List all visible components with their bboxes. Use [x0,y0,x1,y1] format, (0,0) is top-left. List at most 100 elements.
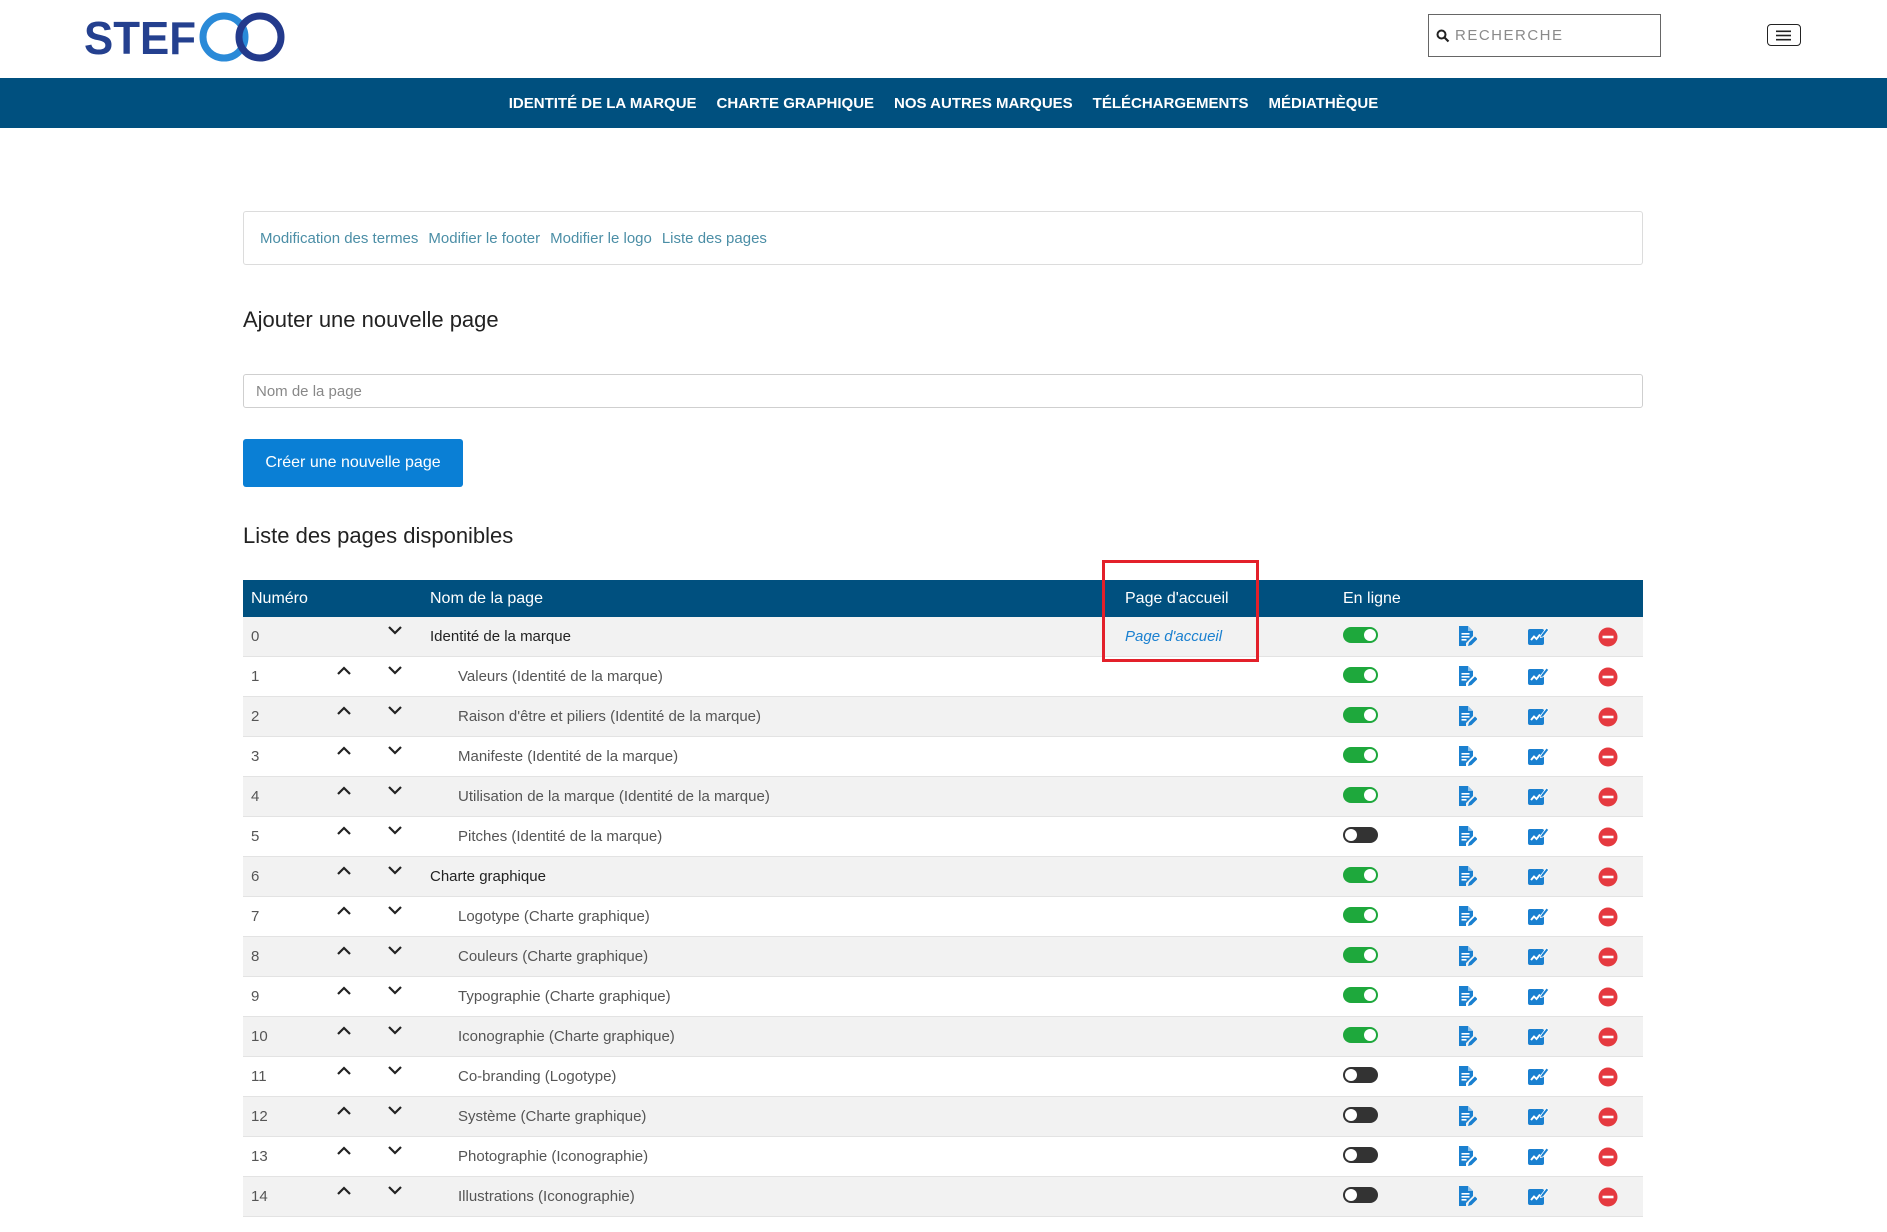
move-up-button[interactable] [336,1065,352,1076]
edit-content-button[interactable] [1527,706,1549,726]
edit-page-button[interactable] [1457,785,1477,807]
edit-content-button[interactable] [1527,986,1549,1006]
move-up-button[interactable] [336,785,352,796]
move-down-button[interactable] [387,1145,403,1156]
online-toggle[interactable] [1343,1067,1378,1083]
edit-page-button[interactable] [1457,625,1477,647]
online-toggle[interactable] [1343,907,1378,923]
edit-page-button[interactable] [1457,1065,1477,1087]
edit-page-button[interactable] [1457,905,1477,927]
move-down-button[interactable] [387,785,403,796]
move-up-button[interactable] [336,985,352,996]
search-box[interactable] [1428,14,1661,57]
stef-logo-icon[interactable]: STEF [84,12,294,62]
admin-link-pages[interactable]: Liste des pages [662,230,767,247]
move-up-button[interactable] [336,665,352,676]
edit-page-button[interactable] [1457,705,1477,727]
move-up-button[interactable] [336,905,352,916]
online-toggle[interactable] [1343,747,1378,763]
delete-page-button[interactable] [1598,707,1618,727]
move-up-button[interactable] [336,705,352,716]
delete-page-button[interactable] [1598,947,1618,967]
delete-page-button[interactable] [1598,667,1618,687]
move-up-button[interactable] [336,1185,352,1196]
move-up-button[interactable] [336,865,352,876]
delete-page-button[interactable] [1598,827,1618,847]
edit-content-button[interactable] [1527,626,1549,646]
move-up-button[interactable] [336,745,352,756]
edit-content-button[interactable] [1527,1106,1549,1126]
homepage-link[interactable]: Page d'accueil [1125,617,1222,657]
online-toggle[interactable] [1343,827,1378,843]
delete-page-button[interactable] [1598,987,1618,1007]
edit-page-button[interactable] [1457,665,1477,687]
edit-content-button[interactable] [1527,946,1549,966]
admin-link-terms[interactable]: Modification des termes [260,230,418,247]
edit-page-button[interactable] [1457,745,1477,767]
online-toggle[interactable] [1343,1147,1378,1163]
nav-item-telechargements[interactable]: TÉLÉCHARGEMENTS [1093,95,1249,112]
nav-item-mediatheque[interactable]: MÉDIATHÈQUE [1269,95,1379,112]
move-down-button[interactable] [387,1105,403,1116]
move-down-button[interactable] [387,1185,403,1196]
move-up-button[interactable] [336,945,352,956]
online-toggle[interactable] [1343,707,1378,723]
move-down-button[interactable] [387,945,403,956]
nav-item-identite[interactable]: IDENTITÉ DE LA MARQUE [509,95,697,112]
move-down-button[interactable] [387,825,403,836]
move-down-button[interactable] [387,985,403,996]
delete-page-button[interactable] [1598,627,1618,647]
move-down-button[interactable] [387,705,403,716]
edit-page-button[interactable] [1457,945,1477,967]
admin-link-logo[interactable]: Modifier le logo [550,230,652,247]
delete-page-button[interactable] [1598,787,1618,807]
delete-page-button[interactable] [1598,1067,1618,1087]
edit-page-button[interactable] [1457,1185,1477,1207]
move-up-button[interactable] [336,1105,352,1116]
delete-page-button[interactable] [1598,867,1618,887]
move-up-button[interactable] [336,1025,352,1036]
online-toggle[interactable] [1343,627,1378,643]
delete-page-button[interactable] [1598,907,1618,927]
edit-page-button[interactable] [1457,1145,1477,1167]
edit-content-button[interactable] [1527,786,1549,806]
online-toggle[interactable] [1343,787,1378,803]
edit-content-button[interactable] [1527,666,1549,686]
edit-content-button[interactable] [1527,1146,1549,1166]
online-toggle[interactable] [1343,867,1378,883]
page-name-input[interactable] [243,374,1643,408]
edit-content-button[interactable] [1527,1186,1549,1206]
move-down-button[interactable] [387,1025,403,1036]
search-input[interactable] [1453,15,1657,56]
nav-item-autres-marques[interactable]: NOS AUTRES MARQUES [894,95,1073,112]
edit-page-button[interactable] [1457,825,1477,847]
nav-item-charte[interactable]: CHARTE GRAPHIQUE [717,95,875,112]
online-toggle[interactable] [1343,1027,1378,1043]
online-toggle[interactable] [1343,947,1378,963]
edit-content-button[interactable] [1527,1026,1549,1046]
move-down-button[interactable] [387,1065,403,1076]
edit-page-button[interactable] [1457,1025,1477,1047]
admin-link-footer[interactable]: Modifier le footer [428,230,540,247]
edit-page-button[interactable] [1457,1105,1477,1127]
move-down-button[interactable] [387,665,403,676]
online-toggle[interactable] [1343,1187,1378,1203]
delete-page-button[interactable] [1598,1107,1618,1127]
edit-content-button[interactable] [1527,866,1549,886]
edit-content-button[interactable] [1527,1066,1549,1086]
create-page-button[interactable]: Créer une nouvelle page [243,439,463,487]
online-toggle[interactable] [1343,667,1378,683]
delete-page-button[interactable] [1598,1027,1618,1047]
edit-content-button[interactable] [1527,746,1549,766]
move-up-button[interactable] [336,1145,352,1156]
move-down-button[interactable] [387,625,403,636]
menu-button[interactable] [1767,24,1801,46]
move-down-button[interactable] [387,865,403,876]
edit-page-button[interactable] [1457,985,1477,1007]
online-toggle[interactable] [1343,987,1378,1003]
move-up-button[interactable] [336,825,352,836]
delete-page-button[interactable] [1598,1147,1618,1167]
move-down-button[interactable] [387,745,403,756]
move-down-button[interactable] [387,905,403,916]
delete-page-button[interactable] [1598,747,1618,767]
